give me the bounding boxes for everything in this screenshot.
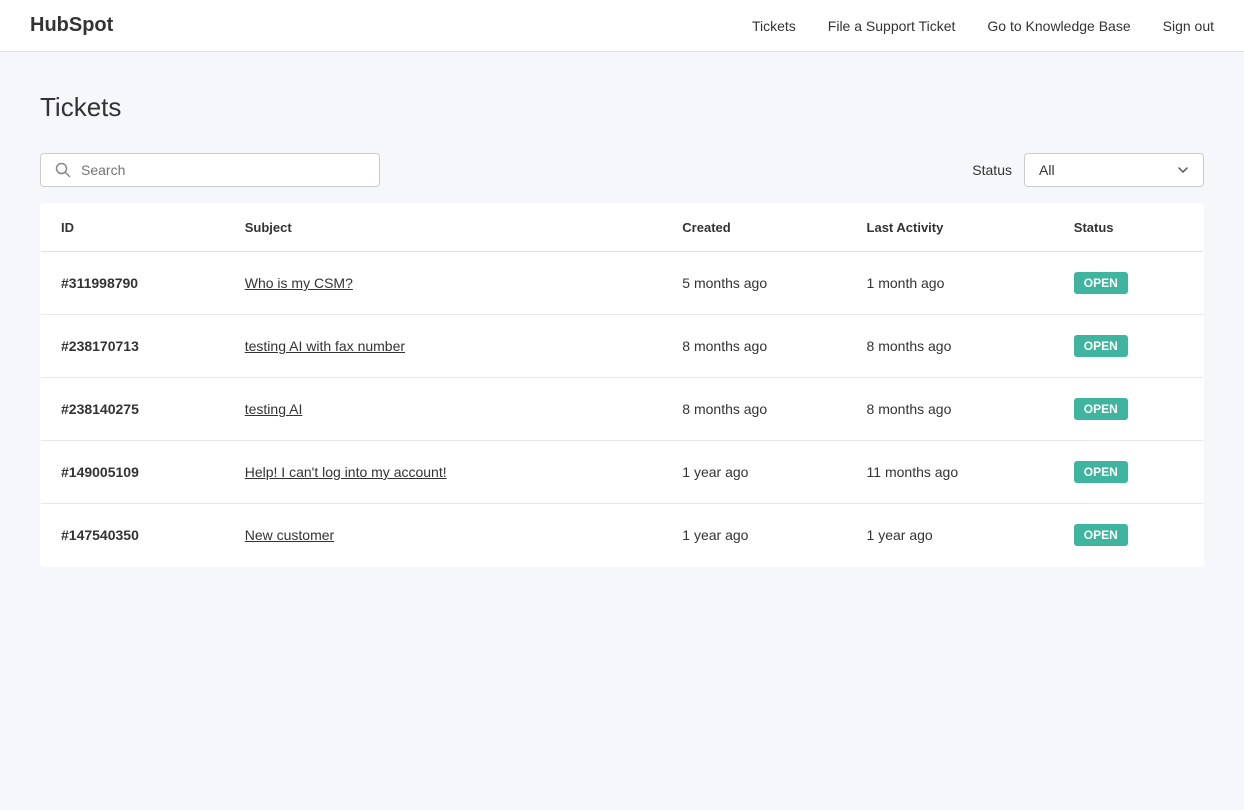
toolbar: Status All xyxy=(40,153,1204,187)
ticket-subject[interactable]: testing AI with fax number xyxy=(225,315,663,378)
ticket-id: #149005109 xyxy=(41,441,225,504)
ticket-last-activity: 11 months ago xyxy=(847,441,1054,504)
header: HubSpot Tickets File a Support Ticket Go… xyxy=(0,0,1244,52)
ticket-id: #147540350 xyxy=(41,504,225,567)
ticket-subject[interactable]: Who is my CSM? xyxy=(225,252,663,315)
ticket-created: 8 months ago xyxy=(662,378,846,441)
page-title: Tickets xyxy=(40,92,1204,123)
table-row: #147540350 New customer 1 year ago 1 yea… xyxy=(41,504,1204,567)
ticket-created: 5 months ago xyxy=(662,252,846,315)
status-badge: OPEN xyxy=(1074,524,1128,546)
ticket-created: 1 year ago xyxy=(662,504,846,567)
search-input[interactable] xyxy=(81,162,365,178)
ticket-last-activity: 8 months ago xyxy=(847,315,1054,378)
ticket-status: OPEN xyxy=(1054,252,1204,315)
tickets-table: ID Subject Created Last Activity Status … xyxy=(40,203,1204,567)
status-badge: OPEN xyxy=(1074,461,1128,483)
logo: HubSpot xyxy=(30,14,752,37)
ticket-id: #311998790 xyxy=(41,252,225,315)
table-row: #311998790 Who is my CSM? 5 months ago 1… xyxy=(41,252,1204,315)
col-header-status: Status xyxy=(1054,204,1204,252)
table-row: #238170713 testing AI with fax number 8 … xyxy=(41,315,1204,378)
main-content: Tickets Status All ID Subject xyxy=(0,52,1244,587)
table-header-row: ID Subject Created Last Activity Status xyxy=(41,204,1204,252)
search-box[interactable] xyxy=(40,153,380,187)
status-badge: OPEN xyxy=(1074,335,1128,357)
status-dropdown[interactable]: All xyxy=(1024,153,1204,187)
search-icon xyxy=(55,162,71,178)
status-badge: OPEN xyxy=(1074,398,1128,420)
ticket-status: OPEN xyxy=(1054,504,1204,567)
ticket-id: #238140275 xyxy=(41,378,225,441)
ticket-status: OPEN xyxy=(1054,378,1204,441)
ticket-subject[interactable]: New customer xyxy=(225,504,663,567)
col-header-subject: Subject xyxy=(225,204,663,252)
status-badge: OPEN xyxy=(1074,272,1128,294)
ticket-subject-link[interactable]: testing AI xyxy=(245,401,303,417)
ticket-subject-link[interactable]: New customer xyxy=(245,527,334,543)
ticket-last-activity: 8 months ago xyxy=(847,378,1054,441)
ticket-subject-link[interactable]: Who is my CSM? xyxy=(245,275,353,291)
nav-sign-out[interactable]: Sign out xyxy=(1163,18,1214,34)
ticket-last-activity: 1 year ago xyxy=(847,504,1054,567)
ticket-id: #238170713 xyxy=(41,315,225,378)
ticket-status: OPEN xyxy=(1054,441,1204,504)
ticket-subject-link[interactable]: testing AI with fax number xyxy=(245,338,405,354)
status-dropdown-value: All xyxy=(1039,162,1055,178)
nav-knowledge-base[interactable]: Go to Knowledge Base xyxy=(987,18,1130,34)
ticket-created: 1 year ago xyxy=(662,441,846,504)
main-nav: Tickets File a Support Ticket Go to Know… xyxy=(752,18,1214,34)
table-row: #238140275 testing AI 8 months ago 8 mon… xyxy=(41,378,1204,441)
ticket-subject-link[interactable]: Help! I can't log into my account! xyxy=(245,464,447,480)
ticket-subject[interactable]: Help! I can't log into my account! xyxy=(225,441,663,504)
status-filter-label: Status xyxy=(972,162,1012,178)
ticket-created: 8 months ago xyxy=(662,315,846,378)
ticket-status: OPEN xyxy=(1054,315,1204,378)
ticket-last-activity: 1 month ago xyxy=(847,252,1054,315)
col-header-last-activity: Last Activity xyxy=(847,204,1054,252)
col-header-created: Created xyxy=(662,204,846,252)
col-header-id: ID xyxy=(41,204,225,252)
chevron-down-icon xyxy=(1177,164,1189,176)
nav-tickets[interactable]: Tickets xyxy=(752,18,796,34)
status-filter: Status All xyxy=(972,153,1204,187)
table-row: #149005109 Help! I can't log into my acc… xyxy=(41,441,1204,504)
ticket-subject[interactable]: testing AI xyxy=(225,378,663,441)
nav-file-support[interactable]: File a Support Ticket xyxy=(828,18,956,34)
